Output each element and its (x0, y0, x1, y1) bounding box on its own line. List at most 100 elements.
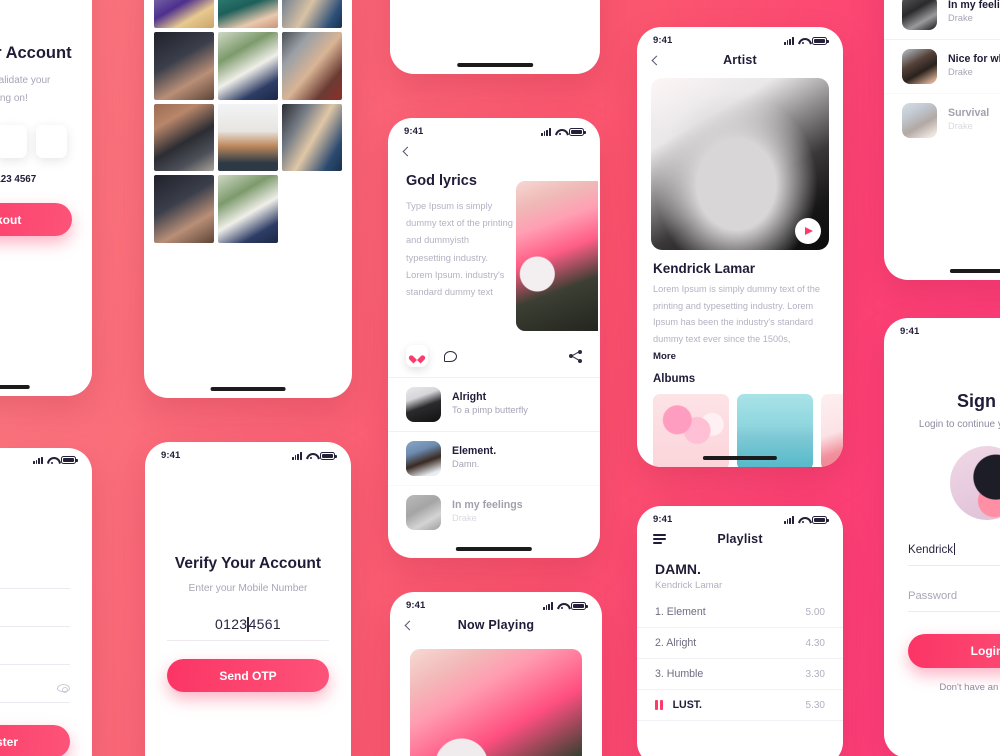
more-link[interactable]: More (637, 348, 843, 362)
song-title: Alright (452, 390, 487, 403)
name-field[interactable]: Name (0, 568, 70, 589)
track-duration: 5.00 (805, 606, 825, 618)
song-subtitle: Drake (452, 513, 477, 524)
page-title: Artist (723, 53, 757, 67)
wifi-icon (798, 37, 808, 45)
status-time: 9:41 (653, 35, 673, 46)
track-name: Alright (666, 637, 697, 649)
play-icon[interactable] (795, 218, 821, 244)
mobile-field[interactable]: Mobile Number (0, 644, 70, 665)
table-row[interactable]: LUST. 5.30 (637, 690, 843, 721)
grid-photo[interactable] (154, 0, 214, 28)
wifi-icon (555, 128, 565, 136)
menu-icon[interactable] (653, 533, 666, 545)
track-duration: 5.30 (805, 699, 825, 711)
eye-icon[interactable] (57, 684, 70, 693)
otp-phone-number: 1800 123 4567 (0, 174, 37, 185)
home-indicator (210, 387, 286, 391)
status-time: 9:41 (406, 600, 426, 611)
page-subtitle: Enter your Mobile Number (188, 583, 308, 594)
grid-photo[interactable] (154, 175, 214, 244)
track-duration: 3.30 (805, 668, 825, 680)
list-item[interactable]: Survival Drake (884, 93, 1000, 147)
status-time: 9:41 (653, 514, 673, 525)
email-field[interactable]: Email (0, 606, 70, 627)
comment-icon[interactable] (444, 350, 457, 362)
list-item[interactable]: In my feelings Drake (884, 0, 1000, 39)
song-subtitle: Drake (948, 67, 973, 78)
grid-photo[interactable] (154, 31, 214, 100)
nav-bar: Playlist (637, 527, 843, 553)
page-subtitle: Login to continue your account (918, 419, 1000, 430)
lyrics-title: God lyrics (406, 173, 477, 189)
list-item[interactable]: In my feelings Drake (388, 485, 600, 539)
table-row[interactable]: 2. Alright 4.30 (637, 628, 843, 659)
heart-icon[interactable] (406, 345, 428, 367)
password-field[interactable]: Password (0, 682, 70, 703)
album-cover[interactable] (821, 393, 843, 467)
otp-box-3[interactable] (0, 125, 27, 158)
pause-icon[interactable] (655, 700, 663, 710)
grid-photo[interactable] (282, 103, 342, 172)
back-icon[interactable] (402, 146, 413, 156)
playlist-album-title: DAMN. (655, 561, 701, 577)
signal-icon (783, 37, 794, 45)
song-subtitle: To a pimp butterfly (452, 405, 528, 416)
grid-photo[interactable] (218, 175, 278, 244)
track-name: Element (666, 606, 706, 618)
phone-discover-screen (144, 0, 352, 398)
password-field[interactable]: Password (908, 586, 1000, 612)
otp-box-4[interactable] (36, 125, 67, 158)
share-icon[interactable] (569, 349, 582, 363)
register-button[interactable]: Register (0, 725, 70, 756)
status-bar: 9:41 (884, 318, 1000, 339)
home-indicator (702, 456, 778, 460)
grid-photo[interactable] (218, 31, 278, 100)
song-title: Element. (452, 444, 497, 457)
input-underline (167, 640, 329, 642)
battery-icon (320, 451, 337, 460)
otp-resend-note: OTP sent to 1800 123 4567 (0, 158, 92, 185)
signal-icon (783, 516, 794, 524)
song-thumbnail (406, 495, 441, 530)
signup-link[interactable]: Don't have an account (884, 668, 1000, 693)
track-name: LUST. (672, 699, 703, 711)
otp-checkout-button[interactable]: Checkout (0, 203, 72, 236)
home-indicator (457, 63, 533, 67)
nav-bar (388, 139, 600, 165)
grid-photo[interactable] (282, 0, 342, 28)
song-thumbnail (902, 49, 937, 84)
mobile-number-input[interactable]: 01234561 (145, 594, 351, 632)
battery-icon (812, 515, 829, 524)
phone-otp-screen: Verify Your Account Enter the OTP to val… (0, 0, 92, 396)
wifi-icon (306, 452, 316, 460)
mockup-canvas: Verify Your Account Enter the OTP to val… (0, 0, 1000, 756)
home-indicator (949, 269, 1000, 273)
nav-bar: Artist (637, 48, 843, 74)
grid-photo[interactable] (154, 103, 214, 172)
grid-photo[interactable] (218, 103, 278, 172)
wifi-icon (47, 456, 57, 464)
number-right: 4561 (248, 616, 281, 632)
phone-verify-screen: 9:41 Verify Your Account Enter your Mobi… (145, 442, 351, 756)
table-row[interactable]: 3. Humble 3.30 (637, 659, 843, 690)
avatar (950, 446, 1000, 520)
login-button[interactable]: Login (908, 634, 1000, 668)
list-item[interactable]: Nice for what Drake (884, 39, 1000, 93)
battery-icon (61, 456, 78, 464)
username-field[interactable]: Kendrick (908, 540, 1000, 566)
song-title: In my feelings (948, 0, 1000, 11)
list-item[interactable]: Element. Damn. (388, 431, 600, 485)
signal-icon (32, 456, 43, 464)
page-title: Playlist (717, 532, 763, 546)
status-time: 9:41 (900, 326, 920, 337)
phone-signin-screen: 9:41 Sign In Login to continue your acco… (884, 318, 1000, 756)
phone-playlist-screen: 9:41 Playlist DAMN. Kendrick Lamar 1. El… (637, 506, 843, 756)
table-row[interactable]: 1. Element 5.00 (637, 597, 843, 628)
grid-photo[interactable] (282, 31, 342, 100)
phone-signup-screen: Sign Up Create an account Name Email Mob… (0, 448, 92, 756)
song-title: In my feelings (452, 498, 523, 511)
send-otp-button[interactable]: Send OTP (167, 659, 329, 693)
grid-photo[interactable] (218, 0, 278, 28)
list-item[interactable]: Alright To a pimp butterfly (388, 377, 600, 431)
